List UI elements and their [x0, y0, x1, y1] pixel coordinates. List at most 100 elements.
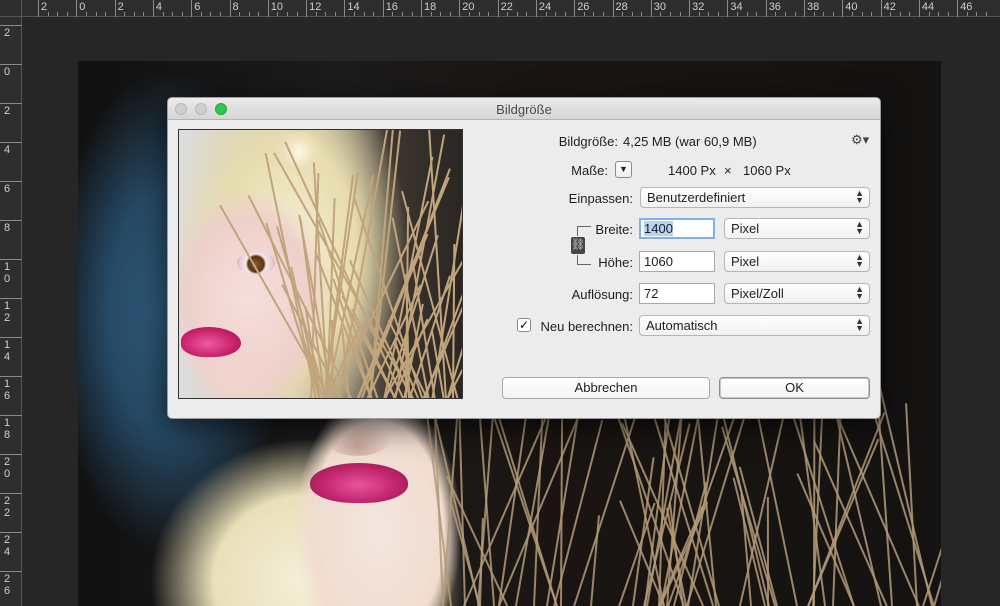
ruler-major-tick — [191, 0, 193, 17]
ruler-major-tick — [842, 0, 844, 17]
image-preview[interactable] — [178, 129, 463, 399]
resolution-input[interactable]: 72 — [639, 283, 715, 304]
ruler-minor-tick — [516, 12, 518, 16]
width-label: Breite: — [595, 222, 633, 237]
ruler-minor-tick — [555, 12, 557, 16]
width-input-value: 1400 — [644, 221, 673, 236]
ruler-minor-tick — [440, 12, 442, 16]
ruler-minor-tick — [85, 12, 87, 16]
dialog-titlebar[interactable]: Bildgröße — [168, 98, 880, 120]
ruler-minor-tick — [449, 12, 451, 16]
ruler-label: 8 — [232, 1, 239, 13]
cancel-button[interactable]: Abbrechen — [502, 377, 710, 399]
dimensions-menu-arrow-icon[interactable]: ▼ — [615, 161, 632, 178]
ruler-minor-tick — [124, 12, 126, 16]
ruler-major-tick — [0, 571, 22, 572]
ruler-minor-tick — [248, 12, 250, 16]
height-label: Höhe: — [598, 255, 633, 270]
ruler-minor-tick — [220, 12, 221, 16]
ruler-minor-tick — [564, 12, 566, 16]
image-size-dialog: Bildgröße Bildgröße: 4,25 MB (war 60,9 M… — [167, 97, 881, 419]
ruler-minor-tick — [287, 12, 288, 16]
fit-to-select[interactable]: Benutzerdefiniert ▲ ▼ — [640, 187, 870, 208]
width-unit-select[interactable]: Pixel ▲ ▼ — [724, 218, 870, 239]
ruler-minor-tick — [899, 12, 901, 16]
photo-twig — [446, 476, 509, 606]
select-arrows-icon: ▲ ▼ — [855, 316, 864, 333]
ruler-minor-tick — [392, 12, 394, 16]
ruler-minor-tick — [363, 12, 365, 16]
ruler-major-tick — [0, 493, 22, 494]
height-unit-value: Pixel — [731, 254, 760, 269]
ruler-major-tick — [382, 0, 384, 17]
ruler-minor-tick — [133, 12, 135, 16]
ruler-minor-tick — [622, 12, 624, 16]
ruler-major-tick — [880, 0, 882, 17]
ruler-minor-tick — [354, 12, 355, 16]
fit-to-label: Einpassen: — [568, 191, 633, 206]
select-arrows-icon: ▲ ▼ — [855, 219, 864, 236]
ruler-minor-tick — [966, 12, 968, 16]
ruler-minor-tick — [373, 12, 375, 16]
ruler-label: 1 8 — [3, 417, 11, 441]
ruler-label: 0 — [3, 66, 11, 78]
ruler-minor-tick — [717, 12, 719, 16]
height-unit-select[interactable]: Pixel ▲ ▼ — [724, 251, 870, 272]
ruler-minor-tick — [172, 12, 174, 16]
ruler-minor-tick — [928, 12, 930, 16]
width-unit-value: Pixel — [731, 221, 760, 236]
ruler-corner — [0, 0, 22, 17]
ruler-major-tick — [421, 0, 422, 17]
ruler-minor-tick — [756, 12, 758, 16]
ruler-minor-tick — [909, 12, 911, 16]
ruler-label: 1 6 — [3, 378, 11, 402]
ruler-minor-tick — [258, 12, 260, 16]
ruler-minor-tick — [861, 12, 863, 16]
ruler-minor-tick — [603, 12, 604, 16]
ruler-major-tick — [229, 0, 231, 17]
ruler-minor-tick — [890, 12, 892, 16]
ruler-horizontal: 2 0 2 4 6 8 10 12 14 16 18 20 22 24 26 28 30 32 34 36 38 40 42… — [22, 0, 1000, 17]
ruler-minor-tick — [47, 12, 49, 16]
photo-twig — [590, 515, 600, 606]
ruler-major-tick — [152, 0, 154, 17]
dialog-title: Bildgröße — [496, 102, 552, 117]
ruler-major-tick — [0, 337, 22, 338]
dimensions-height: 1060 Px — [743, 163, 791, 178]
ruler-major-tick — [957, 0, 959, 17]
resample-checkbox[interactable]: ✓ — [517, 318, 531, 332]
ruler-minor-tick — [938, 12, 940, 16]
height-input[interactable]: 1060 — [639, 251, 715, 272]
ruler-minor-tick — [976, 12, 978, 16]
select-arrows-icon: ▲ ▼ — [855, 252, 864, 269]
ruler-minor-tick — [784, 12, 786, 16]
ruler-minor-tick — [325, 12, 327, 16]
ruler-label: 1 4 — [3, 339, 11, 363]
resolution-unit-select[interactable]: Pixel/Zoll ▲ ▼ — [724, 283, 870, 304]
ruler-major-tick — [765, 0, 767, 17]
chain-link-icon[interactable]: ⛓ — [571, 237, 585, 254]
ruler-minor-tick — [239, 12, 241, 16]
resample-method-select[interactable]: Automatisch ▲ ▼ — [639, 315, 870, 336]
ruler-minor-tick — [162, 12, 164, 16]
ruler-major-tick — [535, 0, 537, 17]
ruler-minor-tick — [468, 12, 470, 16]
ruler-minor-tick — [775, 12, 777, 16]
ruler-minor-tick — [277, 12, 279, 16]
width-input[interactable]: 1400 — [639, 218, 715, 239]
select-arrows-icon: ▲ ▼ — [855, 188, 864, 205]
gear-icon[interactable]: ⚙▾ — [851, 132, 869, 148]
ruler-label: 1 0 — [3, 261, 11, 285]
ruler-major-tick — [689, 0, 691, 17]
ruler-minor-tick — [737, 12, 738, 16]
ruler-label: 1 2 — [3, 300, 11, 324]
photo-lips — [310, 463, 408, 503]
ruler-major-tick — [650, 0, 652, 17]
ruler-minor-tick — [851, 12, 853, 16]
dimensions-label: Maße: — [571, 163, 608, 178]
photo-twig — [813, 440, 889, 606]
ok-button[interactable]: OK — [719, 377, 870, 399]
ruler-major-tick — [0, 64, 22, 65]
resolution-label: Auflösung: — [571, 287, 633, 302]
ruler-minor-tick — [401, 12, 403, 16]
